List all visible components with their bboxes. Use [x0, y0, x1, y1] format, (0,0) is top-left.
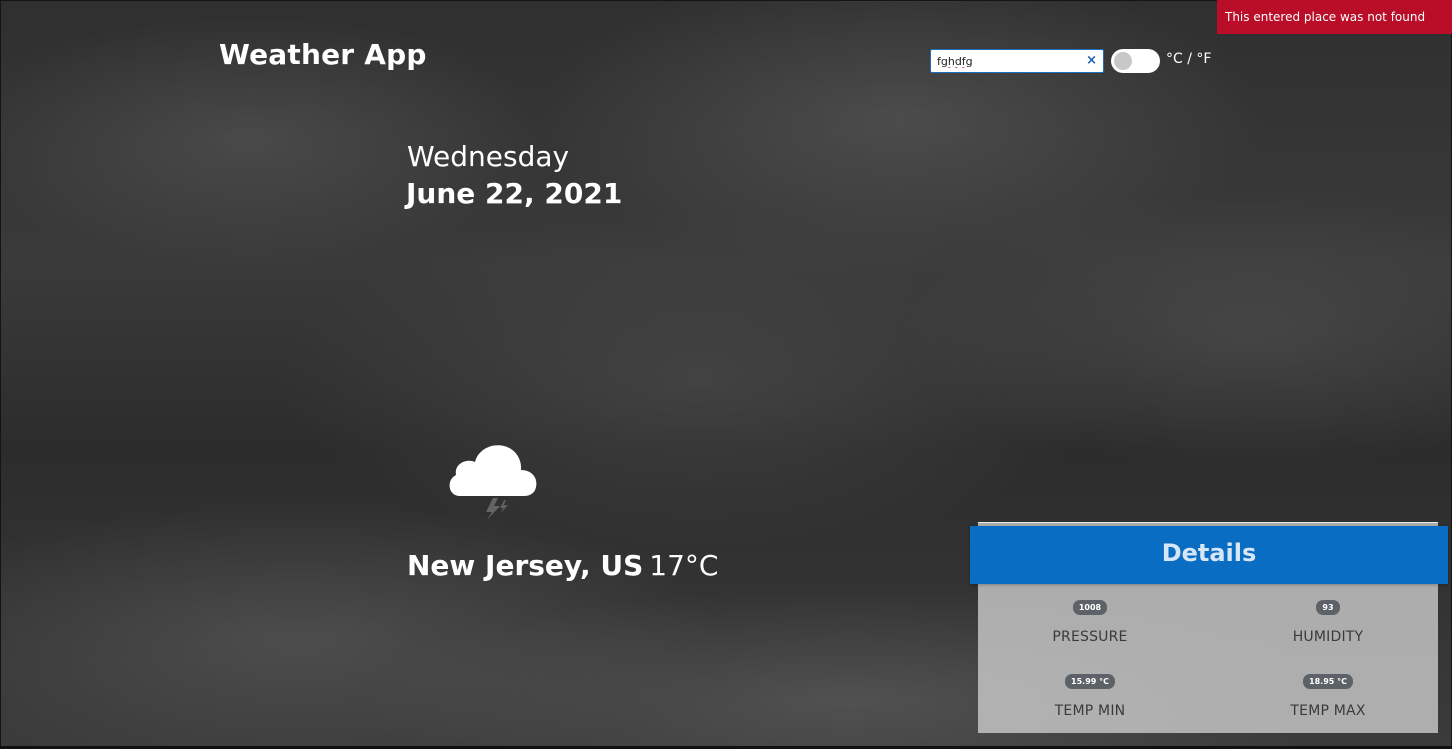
detail-humidity: 93 HUMIDITY: [1228, 595, 1428, 645]
clear-icon[interactable]: ×: [1086, 53, 1097, 69]
error-toast: This entered place was not found: [1217, 0, 1452, 34]
cloud-lightning-icon: [446, 440, 540, 522]
detail-temp-max: 18.95 °C TEMP MAX: [1228, 669, 1428, 719]
detail-pressure: 1008 PRESSURE: [990, 595, 1190, 645]
temp-min-label: TEMP MIN: [1054, 703, 1126, 719]
search-input[interactable]: [931, 50, 1087, 72]
pressure-value: 1008: [1072, 600, 1108, 615]
pressure-label: PRESSURE: [1052, 629, 1128, 645]
location-line: New Jersey, US 17°C: [407, 549, 718, 582]
detail-temp-min: 15.99 °C TEMP MIN: [990, 669, 1190, 719]
temp-max-label: TEMP MAX: [1290, 703, 1366, 719]
temp-min-value: 15.99 °C: [1065, 674, 1115, 689]
unit-label: °C / °F: [1166, 51, 1212, 67]
day-name: Wednesday: [407, 140, 570, 173]
search-box[interactable]: ×: [930, 49, 1104, 73]
humidity-label: HUMIDITY: [1292, 629, 1364, 645]
unit-toggle[interactable]: [1111, 49, 1160, 73]
full-date: June 22, 2021: [406, 177, 623, 210]
current-temperature: 17°C: [649, 549, 719, 582]
error-toast-message: This entered place was not found: [1225, 10, 1426, 24]
details-header[interactable]: Details: [970, 526, 1448, 584]
humidity-value: 93: [1316, 600, 1340, 615]
location-name: New Jersey, US: [407, 549, 644, 582]
unit-toggle-knob: [1114, 52, 1132, 70]
temp-max-value: 18.95 °C: [1303, 674, 1353, 689]
app-title: Weather App: [219, 38, 427, 71]
